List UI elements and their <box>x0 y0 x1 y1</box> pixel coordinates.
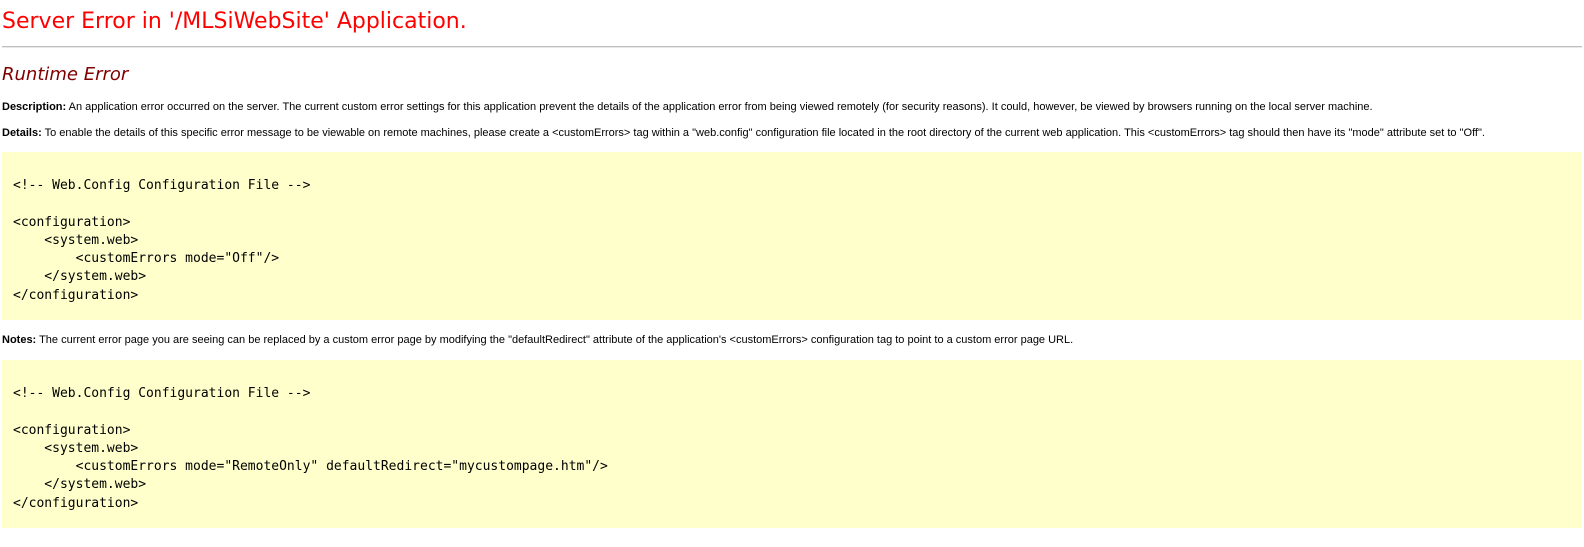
config-code-remoteonly: <!-- Web.Config Configuration File --> <… <box>13 386 608 511</box>
details-paragraph: Details: To enable the details of this s… <box>2 114 1584 140</box>
details-text: To enable the details of this specific e… <box>41 127 1485 139</box>
config-code-off: <!-- Web.Config Configuration File --> <… <box>13 178 311 303</box>
details-label: Details: <box>2 127 42 139</box>
config-code-block-off: <!-- Web.Config Configuration File --> <… <box>2 152 1582 320</box>
error-page: Server Error in '/MLSiWebSite' Applicati… <box>0 0 1584 547</box>
notes-paragraph: Notes: The current error page you are se… <box>2 320 1584 347</box>
error-subtitle: Runtime Error <box>2 64 129 85</box>
description-paragraph: Description: An application error occurr… <box>2 87 1584 114</box>
page-title: Server Error in '/MLSiWebSite' Applicati… <box>2 9 467 34</box>
description-label: Description: <box>2 101 67 113</box>
description-text: An application error occurred on the ser… <box>66 101 1373 113</box>
config-code-block-remoteonly: <!-- Web.Config Configuration File --> <… <box>2 360 1582 528</box>
notes-text: The current error page you are seeing ca… <box>36 334 1074 346</box>
notes-label: Notes: <box>2 334 37 346</box>
